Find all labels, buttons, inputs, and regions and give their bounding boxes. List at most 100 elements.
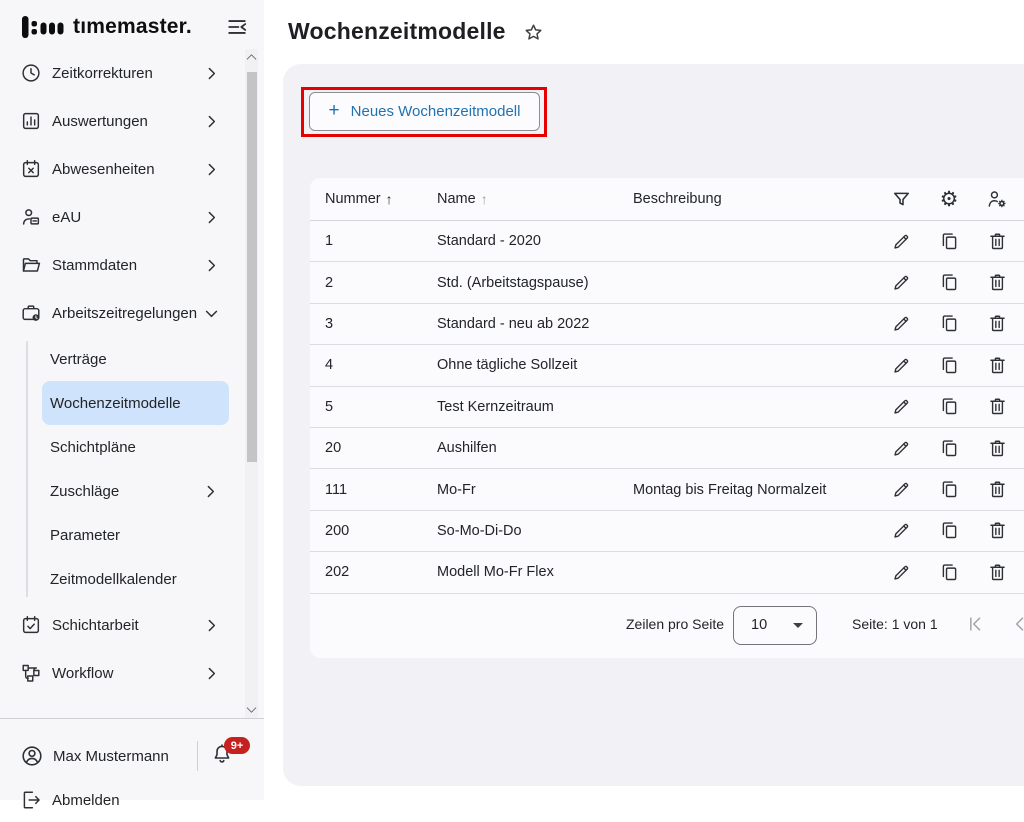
table-row: 2 Std. (Arbeitstagspause) [310, 262, 1024, 303]
column-header-nummer[interactable]: Nummer ↑ [325, 191, 437, 207]
scroll-down-icon[interactable] [245, 705, 258, 715]
copy-icon[interactable] [939, 479, 960, 500]
main-content: Wochenzeitmodelle + Neues Wochenzeitmode… [264, 0, 1024, 800]
table-row: 111 Mo-Fr Montag bis Freitag Normalzeit [310, 469, 1024, 510]
edit-pencil-icon[interactable] [891, 272, 912, 293]
clock-icon [20, 62, 42, 84]
collapse-sidebar-button[interactable] [226, 16, 248, 38]
delete-trash-icon[interactable] [987, 313, 1008, 334]
delete-trash-icon[interactable] [987, 231, 1008, 252]
calendar-x-icon [20, 158, 42, 180]
delete-trash-icon[interactable] [987, 272, 1008, 293]
new-wochenzeitmodell-button[interactable]: + Neues Wochenzeitmodell [309, 92, 540, 131]
table-settings-gear-icon[interactable]: ⚙ [940, 189, 959, 210]
chevron-right-icon [203, 161, 220, 178]
table-row: 5 Test Kernzeitraum [310, 387, 1024, 428]
delete-trash-icon[interactable] [987, 562, 1008, 583]
dropdown-caret-icon [793, 623, 803, 628]
plus-icon: + [329, 100, 340, 122]
logout-icon [20, 789, 42, 811]
sidebar-scrollbar[interactable] [245, 49, 258, 718]
favorite-star-icon[interactable] [523, 22, 544, 43]
sidebar-subitem-zeitmodellkalender[interactable]: Zeitmodellkalender [42, 557, 229, 601]
timemaster-logo-icon [22, 15, 66, 39]
table-row: 20 Aushilfen [310, 428, 1024, 469]
previous-page-button[interactable] [1010, 614, 1024, 634]
delete-trash-icon[interactable] [987, 396, 1008, 417]
table-header-row: Nummer ↑ Name ↑ Beschreibung ⚙ [310, 178, 1024, 221]
copy-icon[interactable] [939, 520, 960, 541]
workflow-icon [20, 662, 42, 684]
sidebar-item-abwesenheiten[interactable]: Abwesenheiten [0, 145, 264, 193]
submenu-indent-line [26, 341, 28, 597]
sidebar-item-schichtarbeit[interactable]: Schichtarbeit [0, 601, 264, 649]
avatar-icon [20, 744, 44, 768]
sidebar-item-auswertungen[interactable]: Auswertungen [0, 97, 264, 145]
edit-pencil-icon[interactable] [891, 520, 912, 541]
edit-pencil-icon[interactable] [891, 313, 912, 334]
page-title: Wochenzeitmodelle [288, 18, 506, 45]
edit-pencil-icon[interactable] [891, 562, 912, 583]
sidebar-divider [0, 718, 264, 719]
sidebar-subitem-schichtplaene[interactable]: Schichtpläne [42, 425, 229, 469]
page-header: Wochenzeitmodelle [288, 18, 544, 45]
sort-ascending-icon: ↑ [481, 191, 488, 207]
delete-trash-icon[interactable] [987, 438, 1008, 459]
table-row: 4 Ohne tägliche Sollzeit [310, 345, 1024, 386]
chevron-right-icon [203, 65, 220, 82]
user-divider [197, 741, 198, 771]
logo-row: tımemaster. [22, 12, 248, 42]
edit-pencil-icon[interactable] [891, 355, 912, 376]
scroll-up-icon[interactable] [245, 52, 258, 62]
delete-trash-icon[interactable] [987, 520, 1008, 541]
delete-trash-icon[interactable] [987, 355, 1008, 376]
copy-icon[interactable] [939, 438, 960, 459]
sidebar-subitem-wochenzeitmodelle[interactable]: Wochenzeitmodelle [42, 381, 229, 425]
column-header-name[interactable]: Name ↑ [437, 191, 633, 207]
sidebar-menu: Zeitkorrekturen Auswertungen Abwesenheit… [0, 49, 264, 718]
sidebar-item-abmelden[interactable]: Abmelden [0, 778, 264, 822]
user-columns-settings-icon[interactable] [986, 188, 1008, 210]
copy-icon[interactable] [939, 231, 960, 252]
table-row: 200 So-Mo-Di-Do [310, 511, 1024, 552]
copy-icon[interactable] [939, 313, 960, 334]
notification-badge: 9+ [224, 737, 250, 754]
copy-icon[interactable] [939, 396, 960, 417]
logo-text: tımemaster. [73, 15, 192, 39]
sidebar-item-eau[interactable]: eAU [0, 193, 264, 241]
sidebar-subitem-parameter[interactable]: Parameter [42, 513, 229, 557]
edit-pencil-icon[interactable] [891, 438, 912, 459]
chevron-down-icon [203, 305, 220, 322]
column-header-beschreibung[interactable]: Beschreibung [633, 191, 877, 207]
rows-per-page-label: Zeilen pro Seite [626, 616, 724, 632]
copy-icon[interactable] [939, 355, 960, 376]
rows-per-page-select[interactable]: 10 [733, 606, 817, 645]
sidebar-item-workflow[interactable]: Workflow [0, 649, 264, 697]
sidebar-item-zeitkorrekturen[interactable]: Zeitkorrekturen [0, 49, 264, 97]
delete-trash-icon[interactable] [987, 479, 1008, 500]
sort-ascending-icon: ↑ [386, 191, 393, 207]
copy-icon[interactable] [939, 272, 960, 293]
scrollbar-thumb[interactable] [247, 72, 257, 462]
table-row: 202 Modell Mo-Fr Flex [310, 552, 1024, 593]
sidebar: tımemaster. Zeitkorrekturen Auswertungen [0, 0, 264, 800]
bar-chart-icon [20, 110, 42, 132]
edit-pencil-icon[interactable] [891, 231, 912, 252]
edit-pencil-icon[interactable] [891, 396, 912, 417]
content-card: + Neues Wochenzeitmodell Nummer ↑ Name ↑… [283, 64, 1024, 786]
sidebar-item-arbeitszeitregelungen[interactable]: Arbeitszeitregelungen [0, 289, 264, 337]
first-page-button[interactable] [965, 614, 985, 634]
sidebar-subitem-zuschlaege[interactable]: Zuschläge [42, 469, 229, 513]
briefcase-clock-icon [20, 302, 42, 324]
folder-open-icon [20, 254, 42, 276]
table-row: 1 Standard - 2020 [310, 221, 1024, 262]
sidebar-subitem-vertraege[interactable]: Verträge [42, 337, 229, 381]
filter-icon[interactable] [891, 189, 912, 210]
chevron-right-icon [202, 483, 219, 500]
person-document-icon [20, 206, 42, 228]
sidebar-item-stammdaten[interactable]: Stammdaten [0, 241, 264, 289]
copy-icon[interactable] [939, 562, 960, 583]
edit-pencil-icon[interactable] [891, 479, 912, 500]
table-row: 3 Standard - neu ab 2022 [310, 304, 1024, 345]
chevron-right-icon [203, 209, 220, 226]
